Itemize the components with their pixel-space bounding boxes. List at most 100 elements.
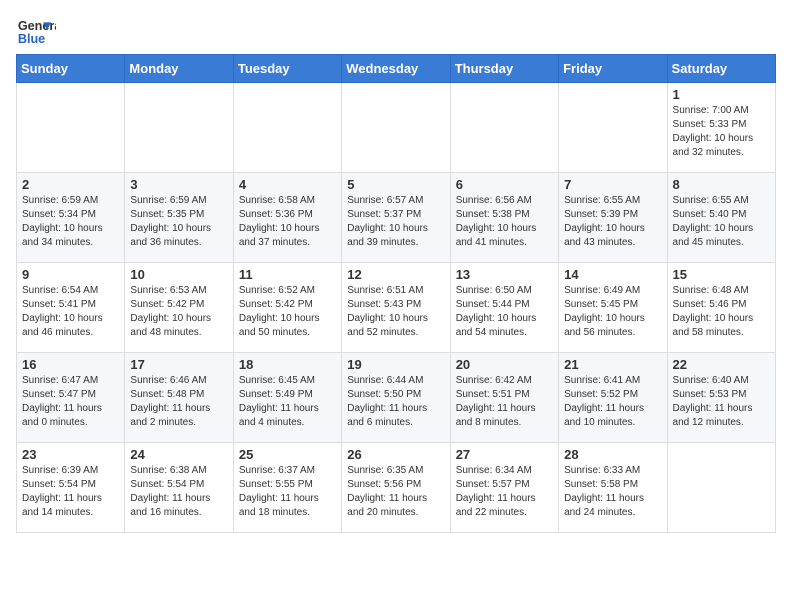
day-number: 15: [673, 267, 770, 282]
calendar-cell: [233, 83, 341, 173]
day-info: Sunrise: 6:59 AM Sunset: 5:35 PM Dayligh…: [130, 194, 227, 250]
calendar-cell: 24 Sunrise: 6:38 AM Sunset: 5:54 PM Dayli…: [125, 443, 233, 533]
day-number: 23: [22, 447, 119, 462]
calendar-cell: 16 Sunrise: 6:47 AM Sunset: 5:47 PM Dayli…: [17, 353, 125, 443]
day-number: 5: [347, 177, 444, 192]
calendar-cell: [450, 83, 558, 173]
calendar-cell: 8 Sunrise: 6:55 AM Sunset: 5:40 PM Daylig…: [667, 173, 775, 263]
calendar-cell: 12 Sunrise: 6:51 AM Sunset: 5:43 PM Dayli…: [342, 263, 450, 353]
calendar-cell: 18 Sunrise: 6:45 AM Sunset: 5:49 PM Dayli…: [233, 353, 341, 443]
calendar-cell: 21Sunrise: 6:41 AM Sunset: 5:52 PM Dayli…: [559, 353, 667, 443]
day-number: 9: [22, 267, 119, 282]
day-info: Sunrise: 6:49 AM Sunset: 5:45 PM Dayligh…: [564, 284, 661, 340]
calendar-cell: 9 Sunrise: 6:54 AM Sunset: 5:41 PM Daylig…: [17, 263, 125, 353]
calendar-cell: 26Sunrise: 6:35 AM Sunset: 5:56 PM Dayli…: [342, 443, 450, 533]
day-number: 12: [347, 267, 444, 282]
day-number: 19: [347, 357, 444, 372]
svg-text:Blue: Blue: [18, 32, 45, 46]
day-number: 17: [130, 357, 227, 372]
calendar-cell: 2 Sunrise: 6:59 AM Sunset: 5:34 PM Daylig…: [17, 173, 125, 263]
calendar-cell: 25 Sunrise: 6:37 AM Sunset: 5:55 PM Dayli…: [233, 443, 341, 533]
day-number: 13: [456, 267, 553, 282]
calendar-cell: 4Sunrise: 6:58 AM Sunset: 5:36 PM Daylig…: [233, 173, 341, 263]
day-info: Sunrise: 6:35 AM Sunset: 5:56 PM Dayligh…: [347, 464, 444, 520]
calendar-cell: [342, 83, 450, 173]
day-info: Sunrise: 6:38 AM Sunset: 5:54 PM Dayligh…: [130, 464, 227, 520]
calendar-cell: [125, 83, 233, 173]
calendar-week-4: 23 Sunrise: 6:39 AM Sunset: 5:54 PM Dayli…: [17, 443, 776, 533]
day-number: 20: [456, 357, 553, 372]
calendar-cell: 17 Sunrise: 6:46 AM Sunset: 5:48 PM Dayli…: [125, 353, 233, 443]
weekday-thursday: Thursday: [450, 55, 558, 83]
day-number: 16: [22, 357, 119, 372]
day-info: Sunrise: 6:44 AM Sunset: 5:50 PM Dayligh…: [347, 374, 444, 430]
calendar-week-3: 16 Sunrise: 6:47 AM Sunset: 5:47 PM Dayli…: [17, 353, 776, 443]
calendar-cell: 5 Sunrise: 6:57 AM Sunset: 5:37 PM Daylig…: [342, 173, 450, 263]
day-number: 22: [673, 357, 770, 372]
day-number: 2: [22, 177, 119, 192]
calendar-cell: [667, 443, 775, 533]
day-info: Sunrise: 6:51 AM Sunset: 5:43 PM Dayligh…: [347, 284, 444, 340]
day-number: 8: [673, 177, 770, 192]
day-info: Sunrise: 6:34 AM Sunset: 5:57 PM Dayligh…: [456, 464, 553, 520]
day-info: Sunrise: 6:53 AM Sunset: 5:42 PM Dayligh…: [130, 284, 227, 340]
weekday-sunday: Sunday: [17, 55, 125, 83]
day-number: 11: [239, 267, 336, 282]
day-info: Sunrise: 6:45 AM Sunset: 5:49 PM Dayligh…: [239, 374, 336, 430]
calendar-cell: 23 Sunrise: 6:39 AM Sunset: 5:54 PM Dayli…: [17, 443, 125, 533]
calendar-cell: 14Sunrise: 6:49 AM Sunset: 5:45 PM Dayli…: [559, 263, 667, 353]
day-info: Sunrise: 6:48 AM Sunset: 5:46 PM Dayligh…: [673, 284, 770, 340]
day-info: Sunrise: 7:00 AM Sunset: 5:33 PM Dayligh…: [673, 104, 770, 160]
day-number: 6: [456, 177, 553, 192]
calendar-cell: 19 Sunrise: 6:44 AM Sunset: 5:50 PM Dayli…: [342, 353, 450, 443]
calendar-cell: 27 Sunrise: 6:34 AM Sunset: 5:57 PM Dayli…: [450, 443, 558, 533]
calendar-cell: [17, 83, 125, 173]
day-number: 25: [239, 447, 336, 462]
day-number: 18: [239, 357, 336, 372]
day-info: Sunrise: 6:56 AM Sunset: 5:38 PM Dayligh…: [456, 194, 553, 250]
day-info: Sunrise: 6:33 AM Sunset: 5:58 PM Dayligh…: [564, 464, 661, 520]
calendar-cell: 13 Sunrise: 6:50 AM Sunset: 5:44 PM Dayli…: [450, 263, 558, 353]
calendar-cell: 22 Sunrise: 6:40 AM Sunset: 5:53 PM Dayli…: [667, 353, 775, 443]
day-info: Sunrise: 6:37 AM Sunset: 5:55 PM Dayligh…: [239, 464, 336, 520]
day-number: 24: [130, 447, 227, 462]
weekday-wednesday: Wednesday: [342, 55, 450, 83]
calendar-cell: 20 Sunrise: 6:42 AM Sunset: 5:51 PM Dayli…: [450, 353, 558, 443]
day-info: Sunrise: 6:54 AM Sunset: 5:41 PM Dayligh…: [22, 284, 119, 340]
day-info: Sunrise: 6:57 AM Sunset: 5:37 PM Dayligh…: [347, 194, 444, 250]
calendar-week-0: 1Sunrise: 7:00 AM Sunset: 5:33 PM Daylig…: [17, 83, 776, 173]
page-header: General Blue: [16, 16, 776, 46]
day-info: Sunrise: 6:41 AM Sunset: 5:52 PM Dayligh…: [564, 374, 661, 430]
calendar-week-2: 9 Sunrise: 6:54 AM Sunset: 5:41 PM Daylig…: [17, 263, 776, 353]
logo-icon: General Blue: [16, 16, 56, 46]
day-info: Sunrise: 6:46 AM Sunset: 5:48 PM Dayligh…: [130, 374, 227, 430]
weekday-friday: Friday: [559, 55, 667, 83]
calendar-body: 1Sunrise: 7:00 AM Sunset: 5:33 PM Daylig…: [17, 83, 776, 533]
day-info: Sunrise: 6:55 AM Sunset: 5:40 PM Dayligh…: [673, 194, 770, 250]
calendar-cell: 7Sunrise: 6:55 AM Sunset: 5:39 PM Daylig…: [559, 173, 667, 263]
calendar-cell: 6 Sunrise: 6:56 AM Sunset: 5:38 PM Daylig…: [450, 173, 558, 263]
calendar-cell: 15 Sunrise: 6:48 AM Sunset: 5:46 PM Dayli…: [667, 263, 775, 353]
calendar-cell: 10 Sunrise: 6:53 AM Sunset: 5:42 PM Dayli…: [125, 263, 233, 353]
day-number: 28: [564, 447, 661, 462]
day-info: Sunrise: 6:52 AM Sunset: 5:42 PM Dayligh…: [239, 284, 336, 340]
calendar-cell: 3Sunrise: 6:59 AM Sunset: 5:35 PM Daylig…: [125, 173, 233, 263]
day-info: Sunrise: 6:40 AM Sunset: 5:53 PM Dayligh…: [673, 374, 770, 430]
logo: General Blue: [16, 16, 60, 46]
calendar-table: SundayMondayTuesdayWednesdayThursdayFrid…: [16, 54, 776, 533]
calendar-cell: [559, 83, 667, 173]
day-number: 4: [239, 177, 336, 192]
day-info: Sunrise: 6:42 AM Sunset: 5:51 PM Dayligh…: [456, 374, 553, 430]
calendar-cell: 11 Sunrise: 6:52 AM Sunset: 5:42 PM Dayli…: [233, 263, 341, 353]
day-number: 27: [456, 447, 553, 462]
weekday-saturday: Saturday: [667, 55, 775, 83]
day-info: Sunrise: 6:50 AM Sunset: 5:44 PM Dayligh…: [456, 284, 553, 340]
day-info: Sunrise: 6:47 AM Sunset: 5:47 PM Dayligh…: [22, 374, 119, 430]
day-number: 10: [130, 267, 227, 282]
day-info: Sunrise: 6:39 AM Sunset: 5:54 PM Dayligh…: [22, 464, 119, 520]
calendar-cell: 1Sunrise: 7:00 AM Sunset: 5:33 PM Daylig…: [667, 83, 775, 173]
day-info: Sunrise: 6:59 AM Sunset: 5:34 PM Dayligh…: [22, 194, 119, 250]
day-number: 7: [564, 177, 661, 192]
weekday-header-row: SundayMondayTuesdayWednesdayThursdayFrid…: [17, 55, 776, 83]
weekday-monday: Monday: [125, 55, 233, 83]
